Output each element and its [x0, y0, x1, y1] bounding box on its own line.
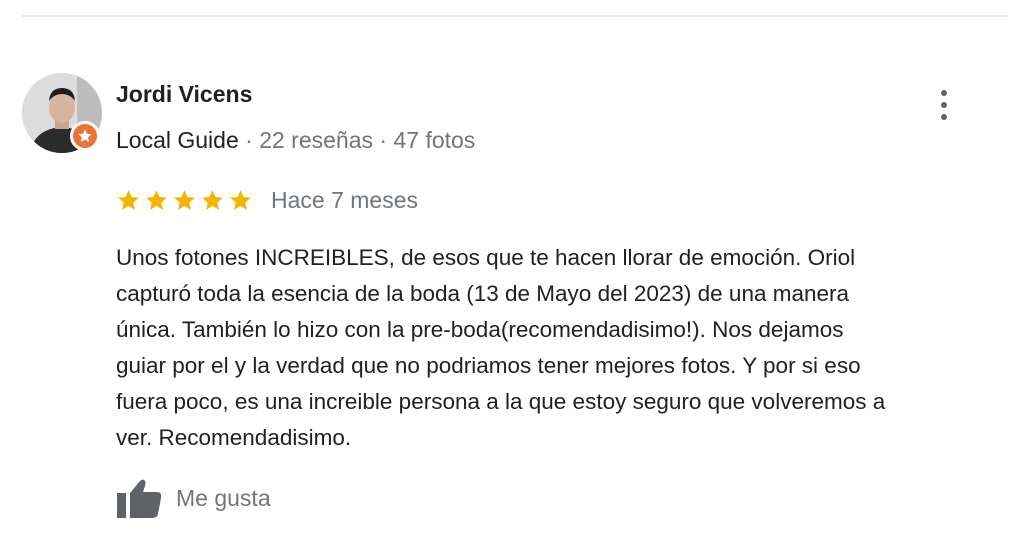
star-icon [200, 188, 225, 213]
local-guide-badge-icon [70, 121, 100, 151]
more-vert-icon [941, 114, 947, 120]
meta-separator: · [238, 127, 260, 153]
review-text-line: Unos fotones INCREIBLES, de esos que te … [116, 245, 856, 270]
star-icon [172, 188, 197, 213]
reviewer-name[interactable]: Jordi Vicens [116, 80, 252, 108]
like-button[interactable]: Me gusta [116, 476, 271, 520]
review-text-line: fuera poco, es una increible persona a l… [116, 389, 886, 414]
review-date: Hace 7 meses [271, 187, 419, 213]
star-rating [116, 188, 253, 213]
review-text-line: capturó toda la esencia de la boda (13 d… [116, 281, 850, 306]
review-text-line: ver. Recomendadisimo. [116, 425, 352, 450]
like-label: Me gusta [176, 484, 271, 511]
review-text-line: única. También lo hizo con la pre-boda(r… [116, 317, 844, 342]
more-vert-icon [941, 102, 947, 108]
reviewer-meta: Local Guide · 22 reseñas · 47 fotos [116, 126, 475, 154]
review-text: Unos fotones INCREIBLES, de esos que te … [116, 240, 1016, 456]
star-icon [116, 188, 141, 213]
divider [22, 15, 1008, 17]
review-card: Jordi Vicens Local Guide · 22 reseñas · … [0, 0, 1016, 552]
review-text-line: guiar por el y la verdad que no podriamo… [116, 353, 861, 378]
rating-row: Hace 7 meses [116, 186, 418, 214]
more-options-button[interactable] [926, 84, 962, 126]
meta-separator: · [373, 127, 394, 153]
star-icon [144, 188, 169, 213]
more-vert-icon [941, 90, 947, 96]
thumbs-up-icon [116, 477, 162, 519]
photos-count: 47 fotos [393, 127, 476, 153]
star-icon [228, 188, 253, 213]
reviews-count: 22 reseñas [259, 127, 374, 153]
local-guide-label: Local Guide [116, 127, 239, 153]
